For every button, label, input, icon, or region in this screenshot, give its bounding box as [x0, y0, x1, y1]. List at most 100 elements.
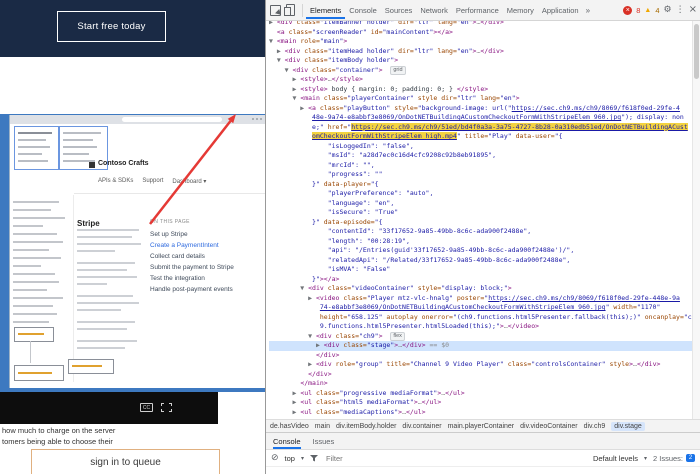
clear-console-icon[interactable]: ⊘: [271, 453, 279, 463]
text-placeholder: [77, 250, 115, 252]
elements-tree-line[interactable]: 48e-9a74-e8abbf3e8069/OnDotNETBuildingAC…: [269, 113, 692, 123]
warning-badge-icon[interactable]: ▲: [644, 6, 651, 15]
elements-tree-line[interactable]: "isMVA": "False": [269, 265, 692, 275]
text-placeholder: [77, 236, 132, 238]
settings-gear-icon[interactable]: ⚙: [664, 5, 672, 15]
elements-tree-line[interactable]: }"></a>: [269, 275, 692, 285]
breadcrumb-item[interactable]: main: [315, 423, 330, 430]
elements-tree-line[interactable]: }" data-episode="{: [269, 218, 692, 228]
breadcrumb-item[interactable]: main.playerContainer: [448, 423, 515, 430]
site-nav: APIs & SDKsSupportDashboard ▾: [98, 178, 206, 185]
elements-tree-line[interactable]: "isLoggedIn": "false",: [269, 142, 692, 152]
elements-tree-line[interactable]: "isSecure": "True": [269, 208, 692, 218]
elements-tree-line[interactable]: ▼ <div class="videoContainer" style="dis…: [269, 284, 692, 294]
start-free-today-button[interactable]: Start free today: [57, 11, 166, 42]
error-badge-icon[interactable]: ×: [623, 6, 632, 15]
paragraph-line: how much to charge on the server: [2, 425, 262, 436]
drawer-tab-console[interactable]: Console: [273, 433, 301, 449]
device-toolbar-icon[interactable]: [286, 4, 295, 16]
text-placeholder: [63, 146, 97, 148]
elements-tree-line[interactable]: ▶ <style>…</style>: [269, 75, 692, 85]
elements-tree-line[interactable]: ▶ <a class="playButton" style="backgroun…: [269, 104, 692, 114]
close-devtools-icon[interactable]: ×: [689, 5, 697, 15]
elements-tree-line[interactable]: "language": "en",: [269, 199, 692, 209]
scrollbar-thumb[interactable]: [694, 24, 699, 79]
elements-tree-line[interactable]: ▶ <style> body { margin: 0; padding: 0; …: [269, 85, 692, 95]
breadcrumb-item[interactable]: div.container: [402, 423, 441, 430]
elements-tree-line[interactable]: ▼ <div class="container"> grid: [269, 66, 692, 76]
log-levels-selector[interactable]: Default levels: [593, 454, 638, 463]
elements-tree-line[interactable]: ▶ <video class="Player mtz-vlc-hnalg" po…: [269, 294, 692, 304]
elements-tree-line[interactable]: "progress": "": [269, 170, 692, 180]
elements-tree-line[interactable]: ▼ <div class="ch9"> flex: [269, 332, 692, 342]
text-placeholder: [77, 309, 121, 311]
text-placeholder: [13, 273, 55, 275]
breadcrumb-item[interactable]: de.hasVideo: [270, 423, 309, 430]
site-nav-item: Dashboard ▾: [172, 178, 206, 185]
drawer-tab-issues[interactable]: Issues: [313, 433, 335, 449]
text-placeholder: [13, 225, 43, 227]
text-placeholder: [77, 340, 137, 342]
devtools-tab-memory[interactable]: Memory: [503, 1, 538, 19]
elements-tree-line[interactable]: ▶ <div class="stage">…</div> == $0: [269, 341, 692, 351]
elements-tree-line[interactable]: <a class="screenReader" id="mainContent"…: [269, 28, 692, 38]
issues-label: 2 Issues:: [653, 454, 683, 463]
elements-tree-line[interactable]: ▶ <div class="itemHead holder" dir="ltr"…: [269, 47, 692, 57]
devtools-tabs: ElementsConsoleSourcesNetworkPerformance…: [306, 1, 583, 19]
devtools-tab-performance[interactable]: Performance: [452, 1, 503, 19]
elements-tree-line[interactable]: omCheckoutFormWithStripeElem_high.mp4" t…: [269, 132, 692, 142]
devtools-tab-elements[interactable]: Elements: [306, 1, 345, 19]
sign-in-to-queue-button[interactable]: sign in to queue: [31, 449, 220, 474]
elements-tree-line[interactable]: ▶ <ul class="mediaCaptions">…</ul>: [269, 408, 692, 418]
console-filter-input[interactable]: [324, 453, 587, 464]
elements-tree-line[interactable]: ▼ <div class="itemBody holder">: [269, 56, 692, 66]
breadcrumb-item[interactable]: div.ch9: [584, 423, 606, 430]
text-placeholder: [13, 233, 57, 235]
chevron-down-icon: ▾: [644, 455, 647, 462]
scrollbar-track[interactable]: [692, 21, 700, 419]
elements-tree-line[interactable]: 74-e8abbf3e8069/OnDotNETBuildingACustomC…: [269, 303, 692, 313]
kebab-menu-icon[interactable]: ⋮: [676, 5, 685, 15]
text-placeholder: [18, 160, 48, 162]
elements-tree-line[interactable]: </main>: [269, 379, 692, 389]
fullscreen-button[interactable]: [161, 403, 172, 412]
text-placeholder: [13, 265, 41, 267]
devtools-toolbar: ElementsConsoleSourcesNetworkPerformance…: [266, 0, 700, 21]
elements-tree-line[interactable]: "contentId": "33f17652-9a85-49bb-8c6c-ad…: [269, 227, 692, 237]
elements-tree-line[interactable]: ▶ <ul class="progressive mediaFormat">…<…: [269, 389, 692, 399]
breadcrumb-item[interactable]: div.videoContainer: [520, 423, 577, 430]
elements-tree: ▶ <div class="itemBanner holder" dir="lt…: [266, 21, 692, 419]
elements-tree-line[interactable]: "length": "00:28:19",: [269, 237, 692, 247]
elements-tree-line[interactable]: ▼ <main class="playerContainer" style di…: [269, 94, 692, 104]
elements-tree-line[interactable]: ▶ <div role="group" title="Channel 9 Vid…: [269, 360, 692, 370]
elements-tree-line[interactable]: </div>: [269, 370, 692, 380]
elements-tree-line[interactable]: }" data-player="{: [269, 180, 692, 190]
divider: [73, 195, 74, 382]
inspect-element-icon[interactable]: [270, 5, 281, 16]
breadcrumb-item[interactable]: div.stage: [611, 422, 645, 431]
elements-tree-line[interactable]: e;" href="https://sec.ch9.ms/ch9/51ed/bd…: [269, 123, 692, 133]
elements-tree-line[interactable]: ▼ <main role="main">: [269, 37, 692, 47]
diagram-box: [68, 359, 114, 374]
breadcrumb-item[interactable]: div.itemBody.holder: [336, 423, 396, 430]
elements-tree-line[interactable]: "mrcId": "",: [269, 161, 692, 171]
devtools-tab-sources[interactable]: Sources: [381, 1, 417, 19]
elements-tree-line[interactable]: height="658.125" autoplay onerror="(ch9.…: [269, 313, 692, 323]
devtools-tab-application[interactable]: Application: [538, 1, 583, 19]
devtools-tab-network[interactable]: Network: [416, 1, 452, 19]
issues-button[interactable]: 2 Issues: 2: [653, 454, 695, 463]
text-placeholder: [77, 269, 127, 271]
elements-tree-line[interactable]: 9.functions.html5Presenter.html5Loaded(t…: [269, 322, 692, 332]
more-tabs-button[interactable]: »: [583, 6, 593, 15]
closed-captions-button[interactable]: CC: [140, 403, 153, 412]
execution-context-selector[interactable]: top: [285, 454, 295, 463]
elements-tree-line[interactable]: ▶ <ul class="html5 mediaFormat">…</ul>: [269, 398, 692, 408]
devtools-tab-console[interactable]: Console: [345, 1, 381, 19]
elements-tree-line[interactable]: "api": "/Entries(guid'33f17652-9a85-49bb…: [269, 246, 692, 256]
elements-tree-line[interactable]: "playerPreference": "auto",: [269, 189, 692, 199]
elements-tree-line[interactable]: </div>: [269, 351, 692, 361]
video-frame[interactable]: Contoso Crafts APIs & SDKsSupportDashboa…: [0, 114, 265, 392]
elements-tree-line[interactable]: "relatedApi": "/Related/33f17652-9a85-49…: [269, 256, 692, 266]
elements-tree-line[interactable]: "msId": "a28d7ec0c16d4cfc9208c92b8eb9189…: [269, 151, 692, 161]
text-placeholder: [18, 146, 50, 148]
